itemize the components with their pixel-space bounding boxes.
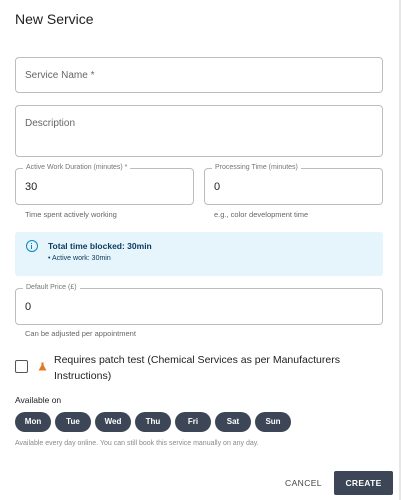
processing-time-value: 0 xyxy=(214,181,221,193)
day-chip-thu[interactable]: Thu xyxy=(135,412,171,432)
info-icon xyxy=(26,240,38,252)
day-chip-wed[interactable]: Wed xyxy=(95,412,131,432)
day-chips: Mon Tue Wed Thu Fri Sat Sun xyxy=(15,412,291,432)
active-duration-value: 30 xyxy=(25,181,38,193)
time-blocked-headline: Total time blocked: 30min xyxy=(48,241,152,251)
new-service-dialog: New Service Service Name * Description A… xyxy=(0,0,401,500)
available-on-label: Available on xyxy=(15,395,62,405)
dialog-title: New Service xyxy=(15,11,94,27)
cancel-button[interactable]: CANCEL xyxy=(276,472,331,494)
description-placeholder: Description xyxy=(25,118,76,129)
flask-icon xyxy=(38,362,47,371)
patch-test-label: Requires patch test (Chemical Services a… xyxy=(54,354,340,382)
service-name-placeholder: Service Name * xyxy=(25,70,95,81)
description-field[interactable]: Description xyxy=(15,105,383,157)
default-price-value: 0 xyxy=(25,301,32,313)
day-chip-sat[interactable]: Sat xyxy=(215,412,251,432)
day-chip-sun[interactable]: Sun xyxy=(255,412,291,432)
active-duration-field[interactable]: Active Work Duration (minutes) * 30 xyxy=(15,163,194,205)
day-chip-mon[interactable]: Mon xyxy=(15,412,51,432)
default-price-field[interactable]: Default Price (£) 0 xyxy=(15,283,383,325)
availability-helper: Available every day online. You can stil… xyxy=(15,440,259,447)
create-button[interactable]: CREATE xyxy=(334,471,393,495)
time-blocked-detail: • Active work: 30min xyxy=(48,255,111,262)
patch-test-checkbox[interactable] xyxy=(15,360,28,373)
active-duration-helper: Time spent actively working xyxy=(25,210,117,219)
processing-time-field[interactable]: Processing Time (minutes) 0 xyxy=(204,163,383,205)
processing-time-label: Processing Time (minutes) xyxy=(212,163,301,173)
default-price-label: Default Price (£) xyxy=(23,283,80,293)
service-name-field[interactable]: Service Name * xyxy=(15,57,383,93)
time-blocked-alert: Total time blocked: 30min • Active work:… xyxy=(15,232,383,276)
default-price-helper: Can be adjusted per appointment xyxy=(25,329,136,338)
active-duration-label: Active Work Duration (minutes) * xyxy=(23,163,131,173)
day-chip-fri[interactable]: Fri xyxy=(175,412,211,432)
processing-time-helper: e.g., color development time xyxy=(214,210,309,219)
day-chip-tue[interactable]: Tue xyxy=(55,412,91,432)
